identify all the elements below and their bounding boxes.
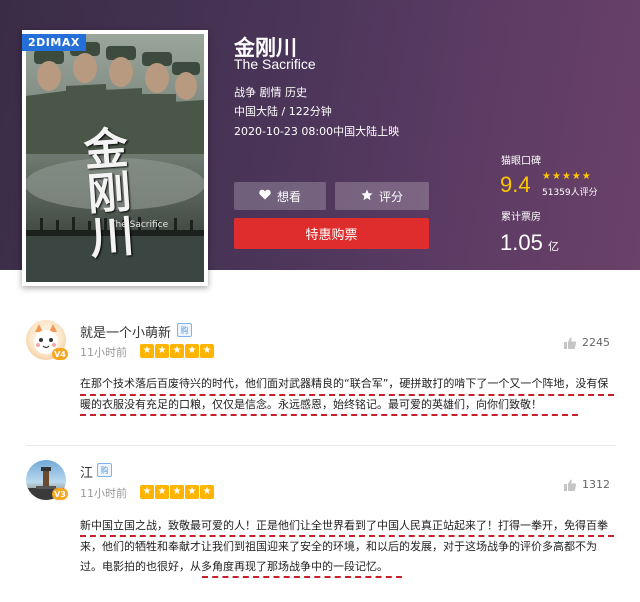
box-office-value: 1.05 (500, 230, 543, 255)
rating-score: 9.4 (500, 172, 531, 197)
comment-stars: ★ ★ ★ ★ ★ (140, 485, 214, 499)
star-icon: ★ (571, 171, 581, 182)
poster-title-art: 金刚川 (74, 124, 135, 260)
star-icon: ★ (155, 344, 169, 358)
like-count: 1312 (582, 478, 610, 491)
imax-badge: 2DIMAX (22, 34, 86, 51)
star-icon: ★ (561, 171, 571, 182)
movie-english-title: The Sacrifice (234, 56, 316, 72)
star-icon: ★ (200, 485, 214, 499)
rate-label: 评分 (378, 189, 403, 204)
divider (26, 445, 616, 446)
annotation-underline (202, 576, 402, 578)
star-icon: ★ (140, 485, 154, 499)
star-icon: ★ (170, 485, 184, 499)
want-to-see-label: 想看 (276, 189, 301, 204)
comment-time: 11小时前 (80, 346, 127, 359)
comment-username[interactable]: 江 (80, 462, 93, 481)
like-button[interactable]: 1312 (564, 478, 610, 491)
star-icon: ★ (200, 344, 214, 358)
rating-label: 猫眼口碑 (501, 156, 541, 167)
want-to-see-button[interactable]: 想看 (234, 182, 326, 210)
movie-genres: 战争 剧情 历史 (234, 86, 307, 99)
annotation-underline (80, 414, 578, 416)
user-tag-icon: 购 (97, 463, 112, 477)
star-icon: ★ (185, 485, 199, 499)
user-level-badge: V3 (52, 488, 68, 500)
star-icon: ★ (170, 344, 184, 358)
star-icon: ★ (185, 344, 199, 358)
star-icon (361, 189, 373, 204)
star-icon: ★ (551, 171, 561, 182)
rate-button[interactable]: 评分 (335, 182, 429, 210)
annotation-underline (80, 535, 614, 537)
heart-icon (259, 189, 271, 203)
rating-stars: ★ ★ ★ ★ ★ (542, 172, 591, 182)
star-icon: ★ (542, 171, 551, 182)
box-office-label: 累计票房 (501, 212, 541, 223)
star-icon: ★ (581, 171, 591, 182)
comment-time: 11小时前 (80, 487, 127, 500)
comment-text: 新中国立国之战，致敬最可爱的人！正是他们让全世界看到了中国人民真正站起来了！打得… (80, 519, 608, 573)
star-icon: ★ (140, 344, 154, 358)
user-tag-icon: 购 (177, 323, 192, 337)
annotation-underline (80, 394, 614, 396)
rating-count: 51359人评分 (542, 188, 598, 198)
movie-region-duration: 中国大陆 / 122分钟 (234, 105, 332, 118)
movie-header: 金刚川 The Sacrifice 2DIMAX 金刚川 The Sacrifi… (0, 0, 640, 286)
like-count: 2245 (582, 336, 610, 349)
box-office-unit: 亿 (548, 240, 559, 253)
poster-image: 金刚川 The Sacrifice (26, 34, 204, 282)
poster-english-title: The Sacrifice (110, 220, 169, 230)
comment-username[interactable]: 就是一个小萌新 (80, 322, 171, 341)
movie-release-date: 2020-10-23 08:00中国大陆上映 (234, 125, 400, 138)
user-level-badge: V4 (52, 348, 68, 360)
thumbs-up-icon (564, 337, 577, 349)
movie-poster[interactable]: 金刚川 The Sacrifice 2DIMAX (22, 30, 208, 286)
thumbs-up-icon (564, 479, 577, 491)
like-button[interactable]: 2245 (564, 336, 610, 349)
star-icon: ★ (155, 485, 169, 499)
comment-stars: ★ ★ ★ ★ ★ (140, 344, 214, 358)
buy-ticket-button[interactable]: 特惠购票 (234, 218, 429, 249)
